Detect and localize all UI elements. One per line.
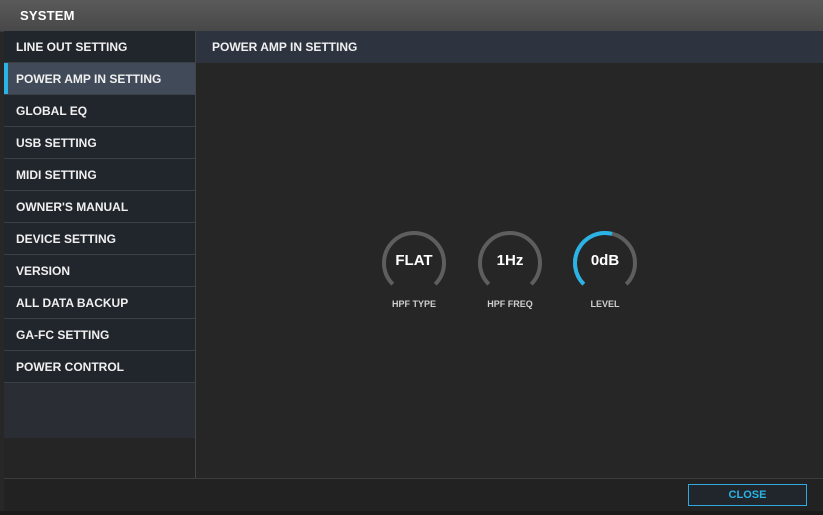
sidebar-item-label: MIDI SETTING	[16, 168, 97, 182]
knob-caption: HPF FREQ	[487, 299, 533, 309]
knob-value: 0dB	[590, 252, 620, 269]
sidebar-item-label: USB SETTING	[16, 136, 97, 150]
sidebar-item-owners-manual[interactable]: OWNER'S MANUAL	[4, 191, 195, 223]
sidebar-item-line-out-setting[interactable]: LINE OUT SETTING	[4, 31, 195, 63]
content-header-title: POWER AMP IN SETTING	[212, 40, 358, 54]
sidebar-item-power-control[interactable]: POWER CONTROL	[4, 351, 195, 383]
sidebar-item-power-amp-in-setting[interactable]: POWER AMP IN SETTING	[4, 63, 195, 95]
level-knob[interactable]: 0dB LEVEL	[572, 230, 642, 320]
sidebar-item-label: GA-FC SETTING	[16, 328, 110, 342]
sidebar-empty-area	[4, 438, 195, 478]
sidebar-item-label: OWNER'S MANUAL	[16, 200, 129, 214]
sidebar: LINE OUT SETTING POWER AMP IN SETTING GL…	[4, 31, 195, 438]
system-window: SYSTEM LINE OUT SETTING POWER AMP IN SET…	[0, 0, 823, 515]
window-title: SYSTEM	[20, 8, 75, 23]
sidebar-item-label: VERSION	[16, 264, 71, 278]
knob-caption: HPF TYPE	[391, 299, 436, 309]
sidebar-item-global-eq[interactable]: GLOBAL EQ	[4, 95, 195, 127]
knob-value: FLAT	[395, 252, 433, 269]
title-bar: SYSTEM	[0, 0, 823, 32]
sidebar-item-version[interactable]: VERSION	[4, 255, 195, 287]
sidebar-item-label: POWER CONTROL	[16, 360, 124, 374]
sidebar-item-midi-setting[interactable]: MIDI SETTING	[4, 159, 195, 191]
active-indicator	[4, 63, 8, 94]
sidebar-item-label: POWER AMP IN SETTING	[16, 72, 162, 86]
hpf-type-knob[interactable]: FLAT HPF TYPE	[381, 230, 451, 320]
sidebar-item-usb-setting[interactable]: USB SETTING	[4, 127, 195, 159]
sidebar-item-label: DEVICE SETTING	[16, 232, 117, 246]
content-panel: FLAT HPF TYPE 1Hz HPF FREQ 0dB LEVEL	[196, 63, 823, 478]
sidebar-item-ga-fc-setting[interactable]: GA-FC SETTING	[4, 319, 195, 351]
knob-value: 1Hz	[496, 252, 524, 269]
sidebar-item-device-setting[interactable]: DEVICE SETTING	[4, 223, 195, 255]
close-button[interactable]: CLOSE	[688, 484, 807, 506]
hpf-freq-knob[interactable]: 1Hz HPF FREQ	[477, 230, 547, 320]
sidebar-item-all-data-backup[interactable]: ALL DATA BACKUP	[4, 287, 195, 319]
sidebar-item-label: GLOBAL EQ	[16, 104, 88, 118]
knob-caption: LEVEL	[590, 299, 620, 309]
footer-bar: CLOSE	[4, 478, 823, 511]
bottom-edge	[0, 511, 823, 515]
sidebar-item-label: LINE OUT SETTING	[16, 40, 128, 54]
content-header: POWER AMP IN SETTING	[196, 31, 823, 63]
sidebar-item-label: ALL DATA BACKUP	[16, 296, 129, 310]
